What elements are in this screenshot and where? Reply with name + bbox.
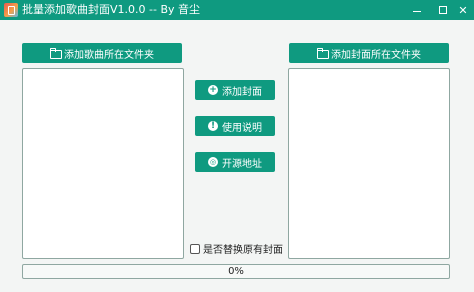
app-icon [4, 3, 18, 17]
info-circle-icon: ! [208, 121, 218, 131]
add-cover-folder-label: 添加封面所在文件夹 [331, 49, 421, 61]
main-area: 添加歌曲所在文件夹 添加封面所在文件夹 + 添加封面 ! 使用说明 ◎ 开源地址… [0, 20, 474, 292]
close-button[interactable]: ✕ [452, 0, 474, 20]
add-song-folder-button[interactable]: 添加歌曲所在文件夹 [22, 43, 182, 63]
plus-circle-icon: + [208, 85, 218, 95]
add-cover-button[interactable]: + 添加封面 [195, 80, 275, 100]
folder-open-icon [50, 48, 62, 59]
folder-open-icon [317, 48, 329, 59]
usage-instructions-label: 使用说明 [222, 122, 262, 134]
replace-cover-label: 是否替换原有封面 [203, 245, 283, 256]
window-title: 批量添加歌曲封面V1.0.0 -- By 音尘 [22, 3, 200, 16]
close-icon: ✕ [458, 3, 468, 17]
add-cover-folder-button[interactable]: 添加封面所在文件夹 [289, 43, 449, 63]
song-folder-list[interactable] [22, 68, 184, 259]
minimize-icon [413, 10, 421, 12]
add-song-folder-label: 添加歌曲所在文件夹 [64, 49, 154, 61]
usage-instructions-button[interactable]: ! 使用说明 [195, 116, 275, 136]
progress-bar: 0% [22, 264, 450, 279]
replace-cover-option[interactable]: 是否替换原有封面 [190, 241, 283, 256]
maximize-icon [439, 6, 447, 14]
minimize-button[interactable] [406, 0, 428, 20]
replace-cover-checkbox[interactable] [190, 243, 200, 254]
add-cover-label: 添加封面 [222, 86, 262, 98]
progress-text: 0% [228, 266, 244, 277]
github-icon: ◎ [208, 157, 218, 167]
open-source-button[interactable]: ◎ 开源地址 [195, 152, 275, 172]
cover-folder-list[interactable] [288, 68, 450, 259]
open-source-label: 开源地址 [222, 158, 262, 170]
title-bar: 批量添加歌曲封面V1.0.0 -- By 音尘 ✕ [0, 0, 474, 20]
maximize-button[interactable] [432, 0, 454, 20]
